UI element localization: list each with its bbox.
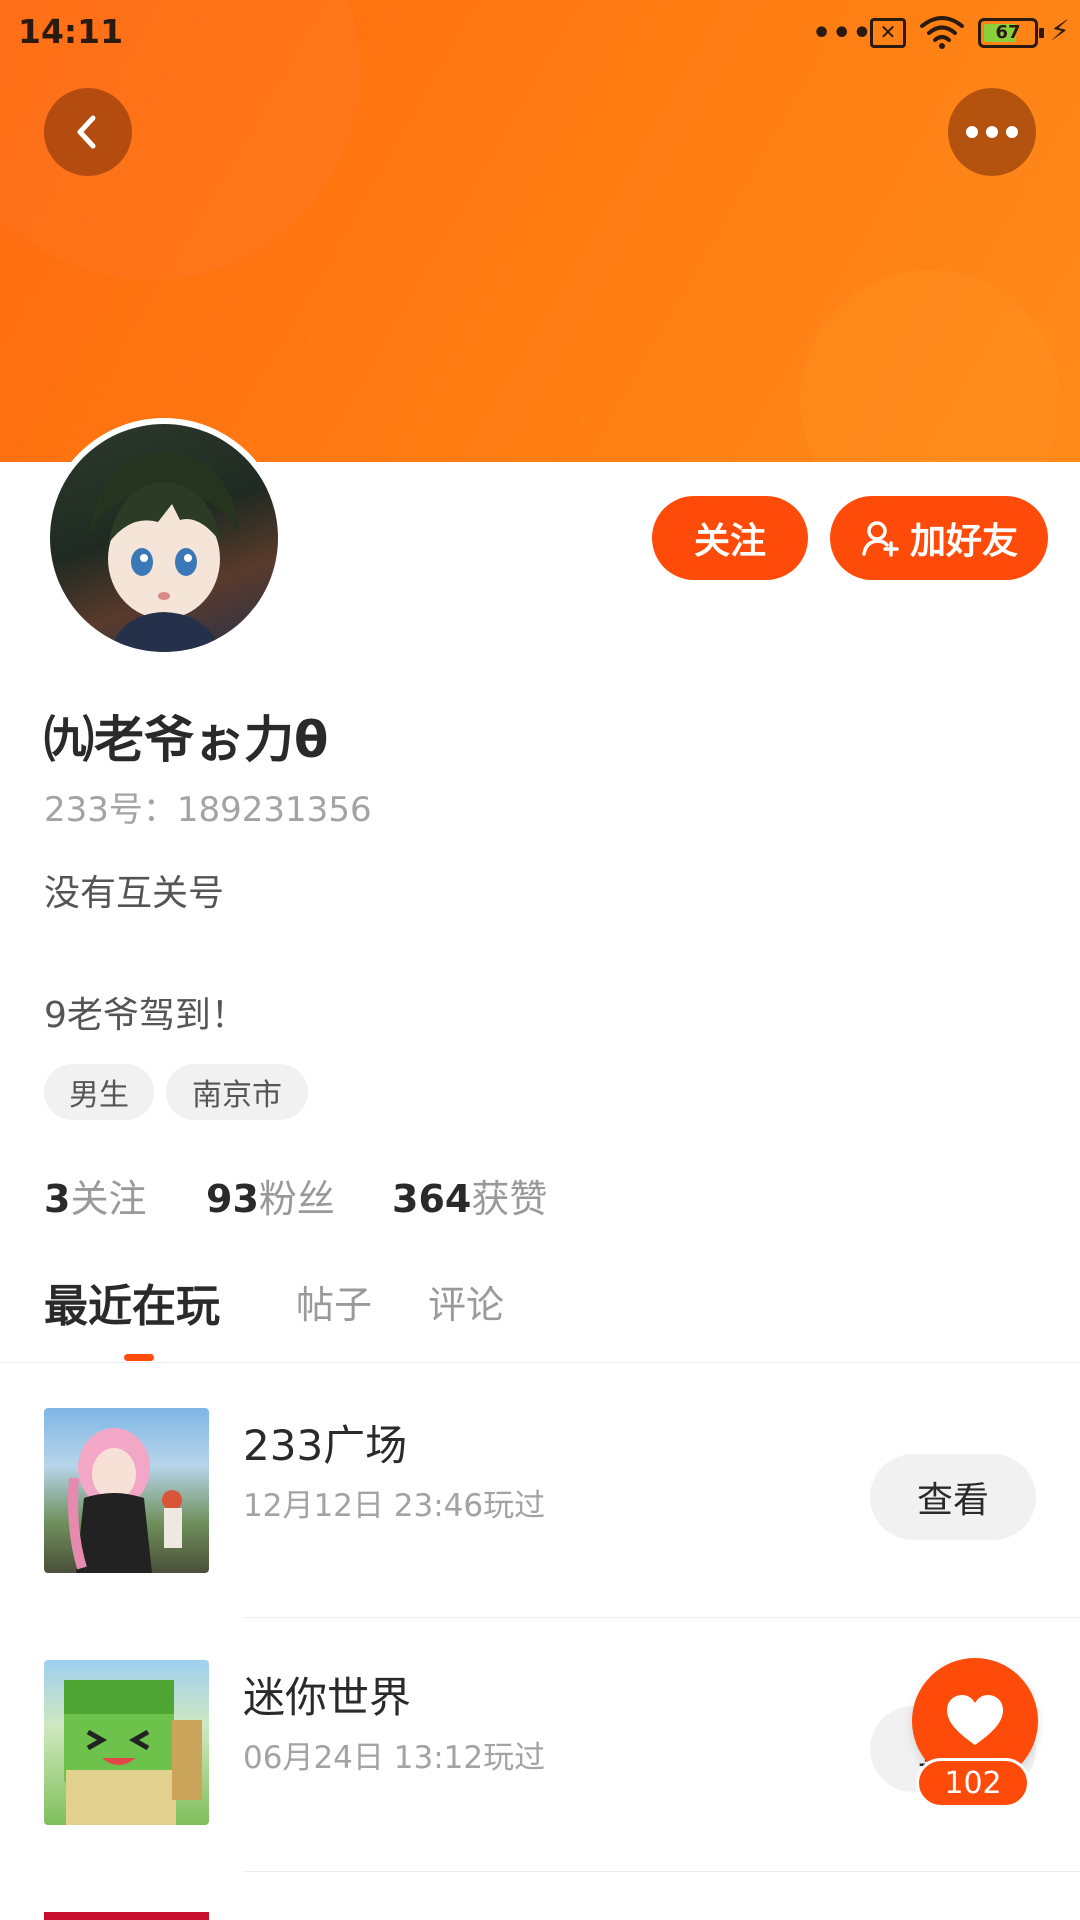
tab-active-indicator xyxy=(124,1354,154,1361)
more-options-button[interactable] xyxy=(948,88,1036,176)
wifi-icon xyxy=(920,16,964,49)
game-played-time: 12月12日 23:46玩过 xyxy=(243,1488,546,1524)
profile-header-banner xyxy=(0,0,1080,462)
add-user-icon xyxy=(862,521,899,557)
game-title: 迷你世界 xyxy=(243,1673,412,1722)
tag-city: 南京市 xyxy=(166,1064,308,1120)
game-thumbnail xyxy=(44,1660,209,1825)
stat-likes[interactable]: 364获赞 xyxy=(392,1168,547,1223)
view-game-button[interactable]: 查看 xyxy=(870,1454,1036,1540)
divider xyxy=(243,1871,1080,1872)
profile-uid: 233号：189231356 xyxy=(44,790,372,830)
divider xyxy=(0,1362,1080,1363)
follow-button-label: 关注 xyxy=(693,521,766,562)
chevron-left-icon xyxy=(77,115,96,149)
status-time: 14:11 xyxy=(18,12,124,51)
fans-label: 粉丝 xyxy=(258,1177,335,1221)
game-thumbnail xyxy=(44,1408,209,1573)
battery-icon: 67 xyxy=(978,18,1044,48)
stat-fans[interactable]: 93粉丝 xyxy=(206,1168,335,1223)
add-friend-button[interactable]: 加好友 xyxy=(830,496,1048,580)
game-thumbnail xyxy=(44,1912,209,1920)
avatar[interactable] xyxy=(50,424,278,652)
stat-following[interactable]: 3关注 xyxy=(44,1168,146,1223)
following-label: 关注 xyxy=(70,1177,147,1221)
game-thumbnail-art xyxy=(68,1428,182,1573)
game-played-time: 06月24日 13:12玩过 xyxy=(243,1740,546,1776)
tab-comments[interactable]: 评论 xyxy=(428,1274,504,1329)
game-title: 233广场 xyxy=(243,1421,408,1470)
profile-bio-line: 没有互关号 xyxy=(44,873,225,914)
like-count-badge: 102 xyxy=(916,1758,1030,1808)
banner-decoration xyxy=(800,270,1060,462)
likes-label: 获赞 xyxy=(471,1177,548,1221)
notification-dots-icon: ••• xyxy=(812,16,873,51)
tab-recently-played[interactable]: 最近在玩 xyxy=(44,1270,220,1334)
list-item[interactable]: 233广场 12月12日 23:46玩过 查看 xyxy=(0,1364,1080,1618)
follow-button[interactable]: 关注 xyxy=(652,496,808,580)
sim-x-icon: ✕ xyxy=(870,18,906,48)
following-count: 3 xyxy=(44,1177,71,1221)
game-thumbnail-art xyxy=(64,1680,202,1825)
status-bar: 14:11 ••• ✕ 67 ⚡ xyxy=(0,0,1080,66)
back-button[interactable] xyxy=(44,88,132,176)
profile-name: ㈨老爷ぉ力θ xyxy=(44,711,329,769)
avatar-illustration xyxy=(90,452,240,652)
fans-count: 93 xyxy=(206,1177,259,1221)
tag-gender: 男生 xyxy=(44,1064,154,1120)
battery-level: 67 xyxy=(995,22,1021,43)
heart-icon xyxy=(947,1695,1003,1745)
charging-icon: ⚡ xyxy=(1050,14,1070,47)
likes-count: 364 xyxy=(392,1177,472,1221)
add-friend-button-label: 加好友 xyxy=(909,521,1018,562)
more-dots-icon xyxy=(966,126,1018,138)
tab-posts[interactable]: 帖子 xyxy=(296,1274,372,1329)
profile-bio-line: 9老爷驾到！ xyxy=(44,995,247,1036)
